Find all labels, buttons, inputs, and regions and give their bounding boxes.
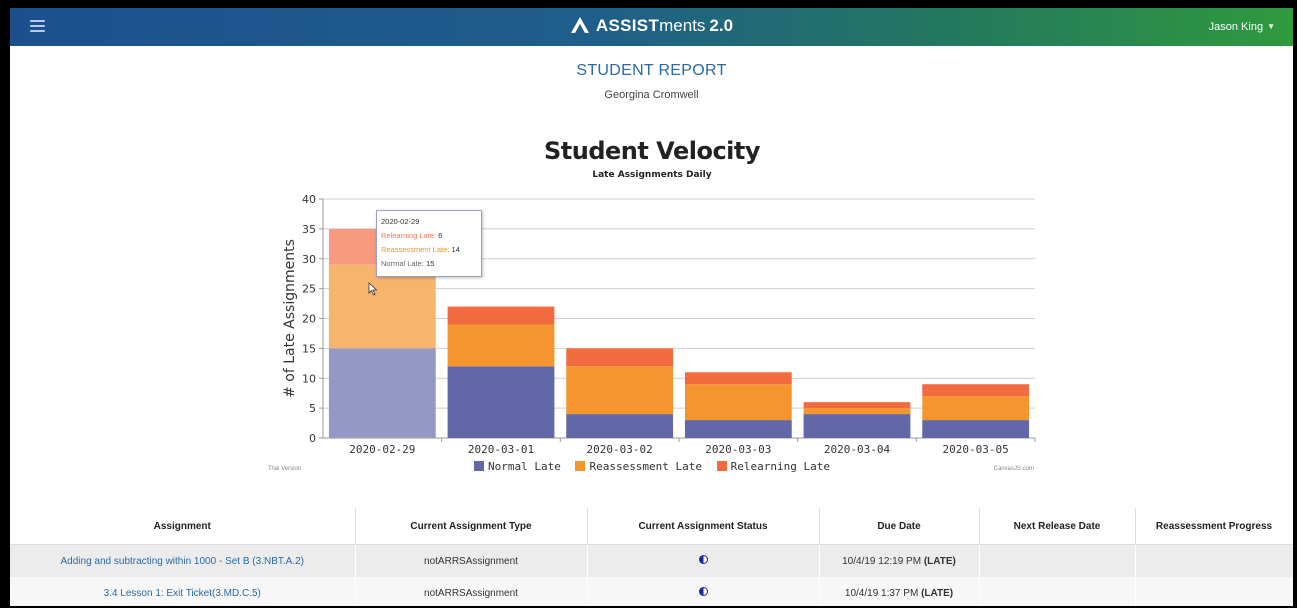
legend-swatch	[575, 461, 586, 471]
assignment-link[interactable]: 3.4 Lesson 1: Exit Ticket(3.MD.C.5)	[104, 588, 261, 599]
assignment-cell: Adding and subtracting within 1000 - Set…	[10, 544, 356, 577]
table-row: Adding and subtracting within 1000 - Set…	[10, 544, 1293, 577]
user-name: Jason King	[1208, 21, 1264, 33]
bar-normal-late	[684, 420, 792, 438]
y-tick-label: 40	[302, 193, 316, 206]
bar-normal-late	[447, 366, 555, 438]
y-tick-label: 0	[309, 432, 316, 445]
bar-normal-late	[328, 348, 436, 438]
caret-down-icon: ▼	[1267, 22, 1275, 31]
bar-reassessment-late	[566, 366, 674, 415]
bar-relearning-late	[803, 402, 911, 409]
column-header-assignment[interactable]: Assignment	[10, 508, 356, 545]
tooltip-normal: Normal Late: 15	[381, 259, 435, 268]
user-menu[interactable]: Jason King ▼	[1209, 21, 1275, 33]
type-cell: notARRSAssignment	[355, 577, 588, 606]
bar-relearning-late	[566, 348, 674, 367]
legend-label: Reassessment Late	[589, 460, 703, 473]
next-release-cell	[979, 544, 1136, 577]
legend-item-normal-late[interactable]: Normal Late	[473, 460, 561, 473]
column-header-due-date[interactable]: Due Date	[819, 508, 980, 545]
status-cell	[587, 577, 820, 606]
trial-version-label: Trial Version	[268, 466, 302, 472]
half-circle-status-icon[interactable]	[698, 555, 708, 564]
brand-name-light: ments	[659, 16, 706, 35]
x-tick-label: 2020-02-29	[349, 443, 415, 456]
bar-relearning-late	[922, 384, 1030, 397]
chart-tooltip: 2020-02-29 Relearning Late: 6 Reassessme…	[376, 210, 482, 277]
progress-cell	[1135, 544, 1293, 577]
mouse-pointer-icon	[368, 282, 378, 296]
y-tick-label: 30	[302, 253, 316, 266]
column-header-progress[interactable]: Reassessment Progress	[1135, 508, 1293, 545]
bar-relearning-late	[447, 306, 555, 325]
bar-normal-late	[922, 420, 1030, 438]
next-release-cell	[979, 577, 1136, 606]
tooltip-date: 2020-02-29	[381, 217, 420, 226]
status-cell	[587, 544, 820, 577]
progress-cell	[1135, 577, 1293, 606]
canvasjs-credit-link[interactable]: CanvasJS.com	[994, 466, 1034, 472]
due-date-cell: 10/4/19 12:19 PM (LATE)	[819, 544, 980, 577]
y-axis-label: # of Late Assignments	[282, 239, 298, 398]
bar-reassessment-late	[922, 396, 1030, 421]
brand-version: 2.0	[709, 16, 734, 35]
tooltip-relearning: Relearning Late: 6	[381, 231, 443, 240]
x-tick-label: 2020-03-01	[468, 443, 534, 456]
y-tick-label: 35	[302, 223, 316, 236]
x-tick-label: 2020-03-02	[587, 443, 653, 456]
x-tick-label: 2020-03-03	[705, 443, 771, 456]
chart-plot: 0 5 10 15 20 25 30 35 40 # of Late Assignments 202…	[282, 193, 1036, 456]
bar-normal-late	[803, 414, 911, 438]
due-date-cell: 10/4/19 1:37 PM (LATE)	[819, 577, 980, 606]
type-cell: notARRSAssignment	[355, 544, 588, 577]
bar-reassessment-late	[447, 324, 555, 367]
student-name: Georgina Cromwell	[604, 89, 699, 101]
legend-swatch	[716, 461, 727, 471]
bar-reassessment-late	[328, 264, 436, 349]
y-tick-label: 10	[302, 372, 316, 385]
y-tick-label: 25	[302, 283, 316, 296]
chart-legend: Normal Late Reassessment Late Relearning…	[268, 460, 1036, 473]
table-header-row: Assignment Current Assignment Type Curre…	[10, 508, 1293, 545]
tooltip-reassessment: Reassessment Late: 14	[381, 245, 460, 254]
app-window: ASSISTments 2.0 Jason King ▼ STUDENT REPOR…	[10, 8, 1293, 606]
y-tick-label: 15	[302, 342, 316, 355]
student-velocity-chart: Student Velocity Late Assignments Daily …	[268, 136, 1036, 478]
legend-label: Normal Late	[487, 460, 561, 473]
column-header-status[interactable]: Current Assignment Status	[587, 508, 820, 545]
legend-label: Relearning Late	[730, 460, 831, 473]
legend-swatch	[473, 461, 484, 471]
half-circle-status-icon[interactable]	[698, 587, 708, 596]
x-tick-label: 2020-03-05	[943, 443, 1009, 456]
y-tick-label: 20	[302, 313, 316, 326]
app-logo[interactable]: ASSISTments 2.0	[10, 15, 1293, 37]
legend-item-relearning-late[interactable]: Relearning Late	[716, 460, 831, 473]
page-title: STUDENT REPORT	[576, 62, 727, 79]
bar-reassessment-late	[803, 408, 911, 415]
bar-normal-late	[566, 414, 674, 438]
assignments-table: Assignment Current Assignment Type Curre…	[10, 508, 1293, 606]
bar-relearning-late	[684, 372, 792, 385]
column-header-type[interactable]: Current Assignment Type	[355, 508, 588, 545]
assignment-link[interactable]: Adding and subtracting within 1000 - Set…	[61, 556, 304, 567]
x-tick-label: 2020-03-04	[824, 443, 891, 456]
brand-name-bold: ASSIST	[595, 16, 660, 35]
bar-reassessment-late	[684, 384, 792, 421]
top-navbar: ASSISTments 2.0 Jason King ▼	[10, 8, 1293, 46]
column-header-next-release[interactable]: Next Release Date	[979, 508, 1136, 545]
table-row: 3.4 Lesson 1: Exit Ticket(3.MD.C.5) notA…	[10, 577, 1293, 606]
legend-item-reassessment-late[interactable]: Reassessment Late	[575, 460, 702, 473]
assignment-cell: 3.4 Lesson 1: Exit Ticket(3.MD.C.5)	[10, 577, 356, 606]
assistments-logo-icon	[570, 17, 589, 33]
y-tick-label: 5	[309, 402, 316, 415]
